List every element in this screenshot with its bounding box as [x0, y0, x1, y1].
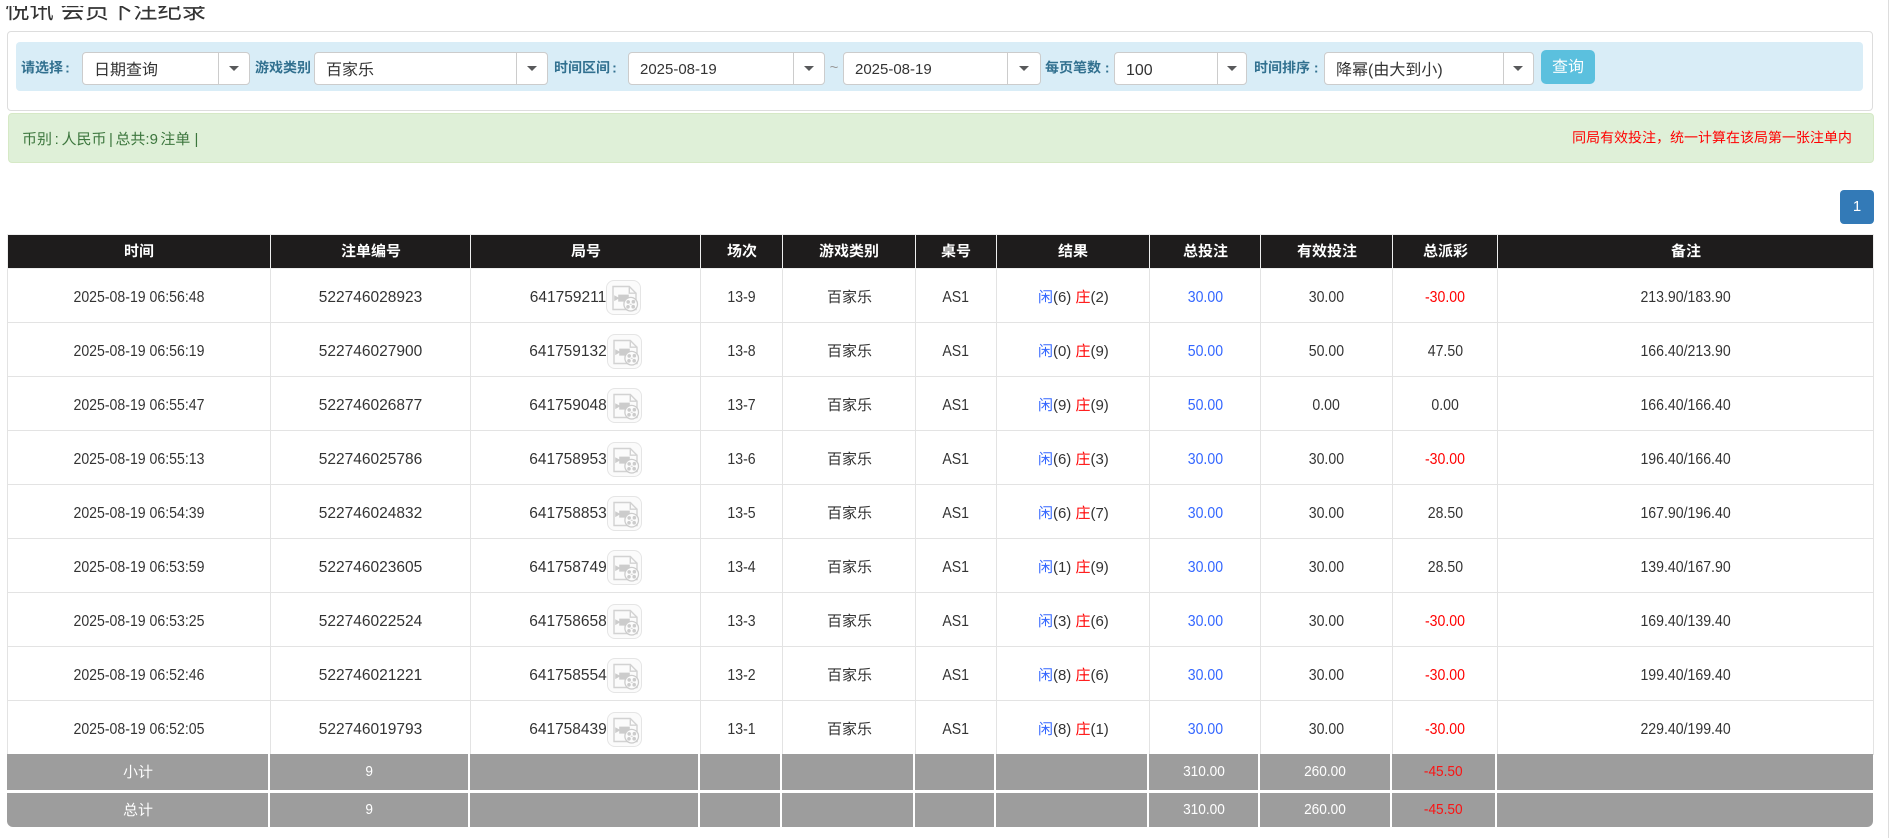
- svg-text:2025-08-19: 2025-08-19: [640, 61, 717, 78]
- svg-text:(8): (8): [1053, 721, 1075, 738]
- svg-text::: :: [1101, 60, 1110, 76]
- svg-text:(9): (9): [1090, 343, 1108, 360]
- svg-text:(9): (9): [1090, 397, 1108, 414]
- svg-text:(9): (9): [1053, 397, 1075, 414]
- svg-text::: :: [65, 60, 70, 76]
- svg-text:(6): (6): [1053, 289, 1075, 306]
- svg-text:(3): (3): [1090, 451, 1108, 468]
- svg-text:100: 100: [1126, 62, 1153, 79]
- svg-text:): ): [1437, 62, 1442, 79]
- svg-text:(6): (6): [1053, 451, 1075, 468]
- svg-text::: :: [612, 60, 617, 76]
- svg-text::9: :9: [145, 131, 162, 148]
- svg-text:(3): (3): [1053, 613, 1075, 630]
- svg-text::: :: [50, 131, 63, 148]
- svg-text::: :: [1310, 60, 1319, 76]
- svg-text:|: |: [190, 131, 198, 148]
- svg-text:(6): (6): [1053, 505, 1075, 522]
- svg-text:(9): (9): [1090, 559, 1108, 576]
- svg-text:(2): (2): [1090, 289, 1108, 306]
- svg-text:(7): (7): [1090, 505, 1108, 522]
- svg-text:(8): (8): [1053, 667, 1075, 684]
- svg-text:(0): (0): [1053, 343, 1075, 360]
- svg-text:2025-08-19: 2025-08-19: [855, 61, 932, 78]
- svg-text:(1): (1): [1053, 559, 1075, 576]
- svg-text:(: (: [1368, 62, 1374, 79]
- svg-text:(1): (1): [1090, 721, 1108, 738]
- svg-text:(6): (6): [1090, 667, 1108, 684]
- svg-text:|: |: [104, 131, 116, 148]
- svg-text:(6): (6): [1090, 613, 1108, 630]
